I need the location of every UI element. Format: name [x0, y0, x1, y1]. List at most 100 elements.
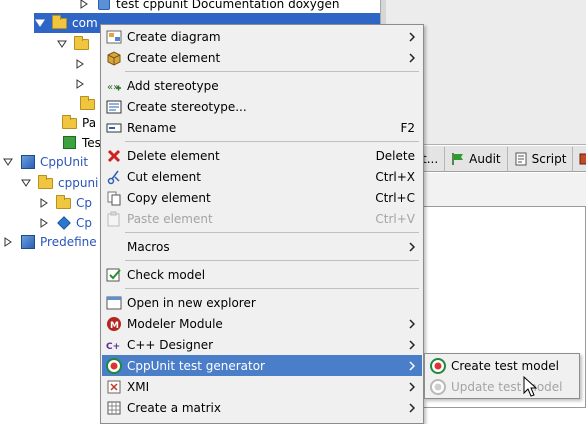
menu-label: Modeler Module: [127, 316, 223, 331]
explorer-icon: [106, 295, 122, 311]
expand-arrow-icon[interactable]: [38, 217, 50, 229]
tree-row-cp-2[interactable]: Cp: [38, 213, 92, 233]
add-stereotype-icon: «»: [106, 78, 122, 94]
tree-row-pa[interactable]: Pa: [62, 113, 96, 133]
tree-row-label: cppuni: [58, 176, 99, 190]
menu-label: C++ Designer: [127, 337, 214, 352]
xmi-icon: [106, 379, 122, 395]
menu-shortcut: F2: [400, 120, 415, 135]
collapse-arrow-icon[interactable]: [56, 38, 68, 50]
package-icon: [52, 15, 68, 31]
tree-row-child-2[interactable]: [74, 74, 92, 94]
tree-row-cppuni[interactable]: cppuni: [20, 173, 98, 193]
tree-row-label: com: [72, 16, 98, 30]
menu-separator: [125, 141, 419, 142]
collapse-arrow-icon[interactable]: [34, 17, 46, 29]
submenu-arrow-icon: [406, 339, 418, 350]
scissors-icon: [106, 169, 122, 185]
menu-label: Update test model: [451, 379, 563, 394]
context-menu: Create diagram Create element «» Add ste…: [100, 24, 424, 424]
tree-row-child-3[interactable]: [80, 94, 100, 114]
tree-row-cppunit[interactable]: CppUnit: [2, 152, 88, 172]
expand-arrow-icon[interactable]: [78, 0, 90, 10]
expand-arrow-icon[interactable]: [2, 236, 14, 248]
tab-script[interactable]: Script: [508, 146, 574, 171]
svg-text:M: M: [110, 321, 119, 331]
menu-modeler-module[interactable]: M Modeler Module: [102, 313, 422, 334]
collapse-arrow-icon[interactable]: [2, 156, 14, 168]
menu-macros[interactable]: Macros: [102, 236, 422, 257]
project-icon: [20, 154, 36, 170]
menu-rename[interactable]: Rename F2: [102, 117, 422, 138]
menu-delete-element[interactable]: Delete element Delete: [102, 145, 422, 166]
create-element-icon: [106, 50, 122, 66]
submenu-arrow-icon: [406, 318, 418, 329]
menu-create-diagram[interactable]: Create diagram: [102, 26, 422, 47]
folder-icon: [62, 115, 78, 131]
menu-update-test-model[interactable]: Update test model: [426, 376, 580, 397]
tree-row-sub[interactable]: [56, 34, 94, 54]
rename-icon: [106, 120, 122, 136]
tree-row-cp-1[interactable]: Cp: [38, 193, 92, 213]
tree-row-predefined[interactable]: Predefine: [2, 232, 97, 252]
menu-label: Create test model: [451, 358, 559, 373]
menu-label: Copy element: [127, 190, 211, 205]
menu-cppunit-test-generator[interactable]: CppUnit test generator: [102, 355, 422, 376]
menu-separator: [125, 71, 419, 72]
tree-row-label: Predefine: [40, 235, 97, 249]
collapse-arrow-icon[interactable]: [20, 177, 32, 189]
test-component-icon: [62, 135, 78, 151]
folder-icon: [38, 175, 54, 191]
tab-label: Script: [531, 151, 567, 166]
menu-separator: [125, 232, 419, 233]
paste-icon: [106, 211, 122, 227]
folder-icon: [56, 195, 72, 211]
tab-label: t...: [422, 151, 439, 166]
document-icon: [96, 0, 112, 12]
menu-label: Create element: [127, 50, 221, 65]
menu-copy-element[interactable]: Copy element Ctrl+C: [102, 187, 422, 208]
expand-arrow-icon[interactable]: [74, 58, 86, 70]
overflow-tab-icon: [579, 152, 586, 166]
tab-audit[interactable]: Audit: [445, 146, 508, 171]
menu-check-model[interactable]: Check model: [102, 264, 422, 285]
tree-row-label: Pa: [82, 116, 97, 130]
submenu-arrow-icon: [406, 52, 418, 63]
menu-label: Open in new explorer: [127, 295, 256, 310]
menu-create-stereotype[interactable]: Create stereotype...: [102, 96, 422, 117]
modeler-module-icon: M: [106, 316, 122, 332]
tab-more[interactable]: [573, 147, 586, 171]
menu-create-test-model[interactable]: Create test model: [426, 355, 580, 376]
check-model-icon: [106, 267, 122, 283]
menu-cut-element[interactable]: Cut element Ctrl+X: [102, 166, 422, 187]
menu-label: Cut element: [127, 169, 201, 184]
package-icon: [74, 36, 90, 52]
menu-cpp-designer[interactable]: C+ C++ Designer: [102, 334, 422, 355]
copy-icon: [106, 190, 122, 206]
tree-row-tes[interactable]: Tes: [62, 133, 101, 153]
menu-separator: [125, 288, 419, 289]
cppunit-icon: [430, 357, 446, 374]
tree-row-label: CppUnit: [40, 155, 89, 169]
create-diagram-icon: [106, 29, 122, 45]
tree-row-child-1[interactable]: [74, 54, 92, 74]
menu-add-stereotype[interactable]: «» Add stereotype: [102, 75, 422, 96]
tree-row-label: Tes: [82, 136, 101, 150]
tree-row-label: Cp: [76, 196, 92, 210]
mouse-cursor-icon: [523, 375, 538, 401]
menu-shortcut: Delete: [375, 148, 415, 163]
menu-create-element[interactable]: Create element: [102, 47, 422, 68]
flag-icon: [451, 152, 465, 166]
menu-separator: [125, 260, 419, 261]
expand-arrow-icon[interactable]: [38, 197, 50, 209]
tree-row-doc[interactable]: test cppunit Documentation doxygen: [78, 0, 339, 14]
submenu-arrow-icon: [406, 381, 418, 392]
svg-text:C+: C+: [106, 342, 120, 352]
macros-icon: [106, 239, 122, 255]
expand-arrow-icon[interactable]: [74, 78, 86, 90]
menu-paste-element[interactable]: Paste element Ctrl+V: [102, 208, 422, 229]
submenu-arrow-icon: [406, 360, 418, 371]
folder-icon: [80, 96, 96, 112]
menu-xmi[interactable]: XMI: [102, 376, 422, 397]
menu-open-in-new-explorer[interactable]: Open in new explorer: [102, 292, 422, 313]
